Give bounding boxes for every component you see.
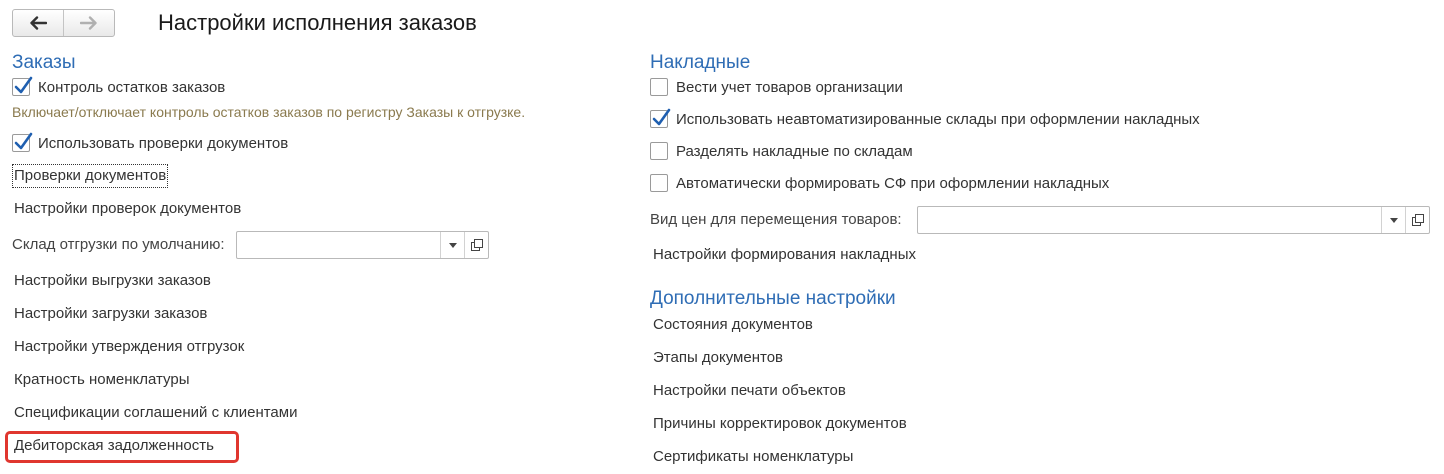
checkmark-icon (652, 108, 671, 126)
back-button[interactable] (13, 10, 63, 36)
checkbox-auto-invoice[interactable]: Автоматически формировать СФ при оформле… (650, 172, 1109, 194)
default-warehouse-label: Склад отгрузки по умолчанию: (12, 236, 225, 253)
link-agreement-specs[interactable]: Спецификации соглашений с клиентами (14, 403, 297, 423)
checkbox-box[interactable] (12, 132, 33, 152)
checkbox-box[interactable] (650, 174, 668, 192)
stock-control-hint: Включает/отключает контроль остатков зак… (12, 104, 526, 120)
default-warehouse-field[interactable] (236, 231, 489, 259)
dropdown-button[interactable] (440, 232, 464, 258)
triangle-down-icon (448, 242, 457, 248)
link-doc-checks[interactable]: Проверки документов (11, 164, 169, 188)
dropdown-button[interactable] (1381, 207, 1405, 233)
link-print-settings[interactable]: Настройки печати объектов (653, 381, 846, 401)
link-doc-checks-settings[interactable]: Настройки проверок документов (14, 199, 241, 219)
link-receivables[interactable]: Дебиторская задолженность (14, 436, 214, 456)
arrow-left-icon (30, 16, 47, 30)
checkbox-box[interactable] (650, 142, 668, 160)
link-invoice-settings[interactable]: Настройки формирования накладных (653, 245, 916, 265)
triangle-down-icon (1389, 217, 1398, 223)
checkbox-box[interactable] (650, 78, 668, 96)
section-title-invoices: Накладные (650, 52, 751, 73)
link-doc-states[interactable]: Состояния документов (653, 315, 813, 335)
checkbox-label: Использовать неавтоматизированные склады… (676, 110, 1200, 128)
forward-button[interactable] (63, 10, 114, 36)
price-type-label: Вид цен для перемещения товаров: (650, 211, 902, 228)
arrow-right-icon (80, 16, 97, 30)
checkbox-label: Разделять накладные по складам (676, 142, 913, 160)
checkbox-stock-control[interactable]: Контроль остатков заказов (12, 76, 225, 98)
checkbox-box[interactable] (12, 76, 33, 96)
link-nomenclature-multiplicity[interactable]: Кратность номенклатуры (14, 370, 190, 390)
price-type-input[interactable] (918, 207, 1381, 233)
checkbox-label: Вести учет товаров организации (676, 78, 903, 96)
checkbox-label: Использовать проверки документов (38, 134, 289, 152)
open-button[interactable] (464, 232, 488, 258)
history-nav (12, 9, 115, 37)
checkbox-box[interactable] (650, 108, 671, 128)
checkmark-icon (14, 76, 33, 94)
checkbox-split-by-warehouse[interactable]: Разделять накладные по складам (650, 140, 913, 162)
link-correction-reasons[interactable]: Причины корректировок документов (653, 414, 907, 434)
link-shipment-approval[interactable]: Настройки утверждения отгрузок (14, 337, 244, 357)
default-warehouse-input[interactable] (237, 232, 440, 258)
open-window-icon (470, 239, 483, 251)
page-title: Настройки исполнения заказов (158, 10, 477, 35)
link-orders-import[interactable]: Настройки загрузки заказов (14, 304, 207, 324)
link-orders-export[interactable]: Настройки выгрузки заказов (14, 271, 211, 291)
checkbox-org-accounting[interactable]: Вести учет товаров организации (650, 76, 903, 98)
open-button[interactable] (1405, 207, 1429, 233)
checkbox-non-auto-warehouses[interactable]: Использовать неавтоматизированные склады… (650, 108, 1200, 130)
checkbox-label: Автоматически формировать СФ при оформле… (676, 174, 1110, 192)
open-window-icon (1411, 214, 1424, 226)
link-doc-stages[interactable]: Этапы документов (653, 348, 783, 368)
section-title-additional: Дополнительные настройки (650, 288, 896, 309)
link-nomenclature-certificates[interactable]: Сертификаты номенклатуры (653, 447, 853, 467)
section-title-orders: Заказы (12, 52, 76, 73)
checkmark-icon (14, 132, 33, 150)
checkbox-label: Контроль остатков заказов (38, 78, 226, 96)
price-type-field[interactable] (917, 206, 1430, 234)
checkbox-doc-checks[interactable]: Использовать проверки документов (12, 132, 288, 154)
